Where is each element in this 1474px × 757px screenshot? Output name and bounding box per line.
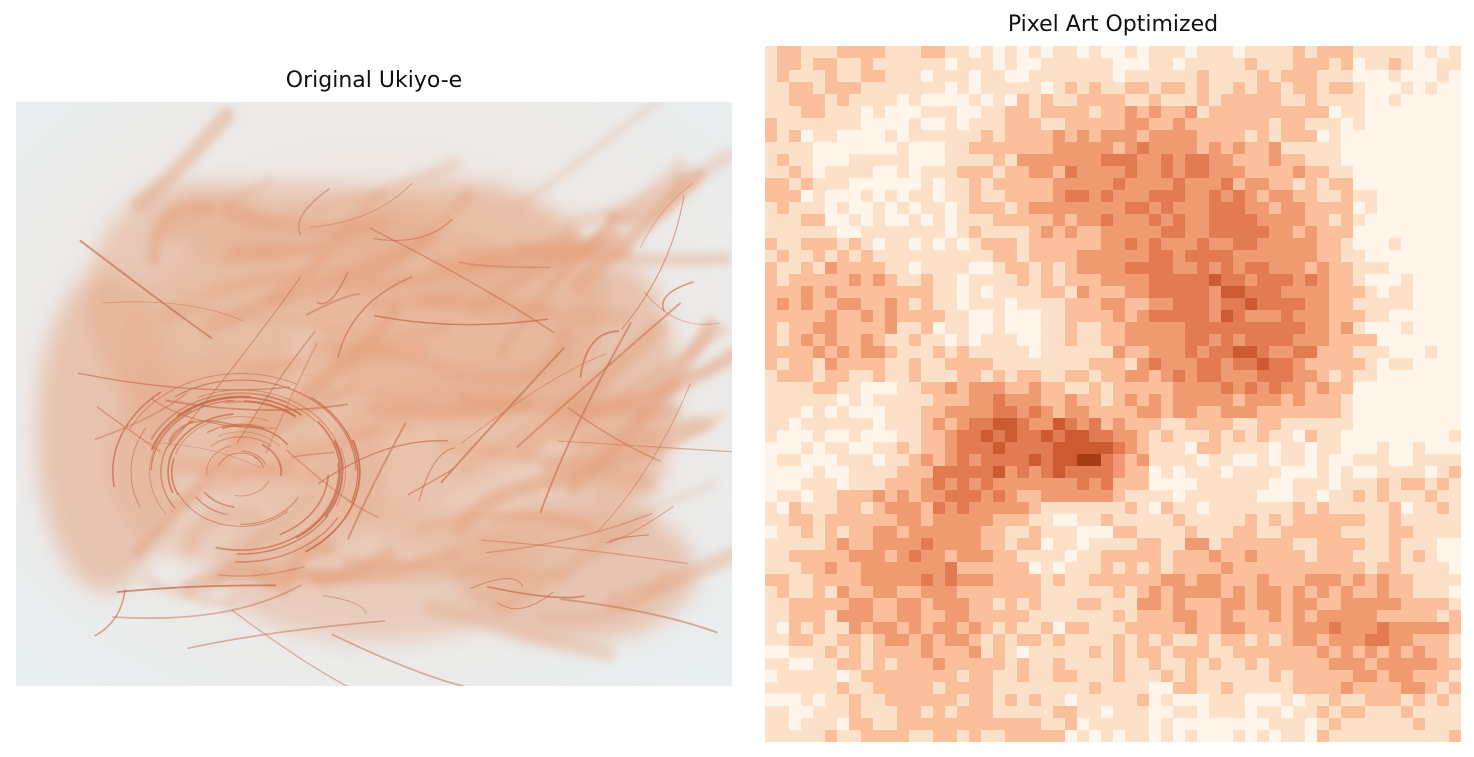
pixel-image-icon: [765, 46, 1461, 742]
pixel-art-image-title: Pixel Art Optimized: [1007, 12, 1219, 37]
sketch-image-icon: [16, 102, 732, 686]
original-image-title: Original Ukiyo-e: [285, 68, 463, 93]
original-ukiyo-e-image: [16, 102, 732, 686]
pixel-art-optimized-image: [765, 46, 1461, 742]
